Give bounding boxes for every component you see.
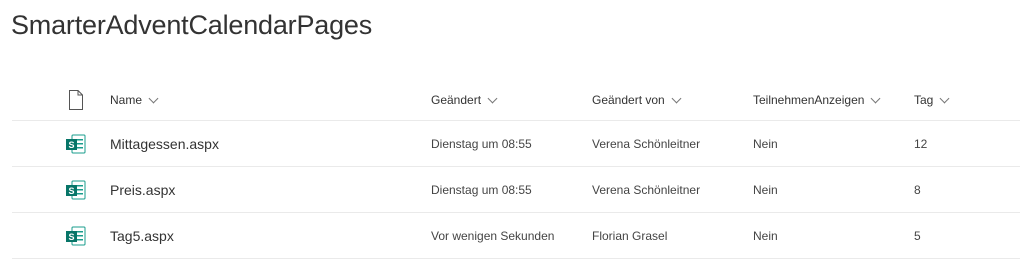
modified-by-value[interactable]: Florian Grasel <box>592 213 667 258</box>
tag-value: 8 <box>914 182 921 197</box>
participate-value: Nein <box>753 136 778 151</box>
chevron-down-icon <box>939 93 950 103</box>
chevron-down-icon <box>148 93 159 103</box>
file-name-link[interactable]: Tag5.aspx <box>110 213 174 258</box>
column-header-modified-by-label: Geändert von <box>592 93 665 107</box>
tag-value: 12 <box>914 136 928 151</box>
column-header-modified-label: Geändert <box>431 93 482 107</box>
column-header-participate[interactable]: TeilnehmenAnzeigen <box>753 80 881 120</box>
document-icon[interactable] <box>64 80 88 120</box>
page-title: SmarterAdventCalendarPages <box>11 10 373 40</box>
modified-value: Dienstag um 08:55 <box>431 182 532 197</box>
modified-value: Vor wenigen Sekunden <box>431 228 555 243</box>
table-row[interactable]: S Preis.aspx Dienstag um 08:55 Verena Sc… <box>12 167 1020 213</box>
column-header-modified[interactable]: Geändert <box>431 80 498 120</box>
file-name-link[interactable]: Mittagessen.aspx <box>110 121 219 166</box>
svg-text:S: S <box>68 186 74 196</box>
file-name-link[interactable]: Preis.aspx <box>110 167 175 212</box>
column-header-tag[interactable]: Tag <box>914 80 950 120</box>
chevron-down-icon <box>487 93 498 103</box>
column-header-participate-label: TeilnehmenAnzeigen <box>753 93 865 107</box>
column-header-modified-by[interactable]: Geändert von <box>592 80 682 120</box>
participate-value: Nein <box>753 228 778 243</box>
tag-value: 5 <box>914 228 921 243</box>
table-row[interactable]: S Tag5.aspx Vor wenigen Sekunden Florian… <box>12 213 1020 259</box>
column-header-tag-label: Tag <box>914 93 934 107</box>
column-header-name-label: Name <box>110 93 143 107</box>
chevron-down-icon <box>870 93 881 103</box>
column-header-name[interactable]: Name <box>110 80 159 120</box>
sharepoint-page-icon: S <box>64 167 88 212</box>
sharepoint-page-icon: S <box>64 121 88 166</box>
sharepoint-page-icon: S <box>64 213 88 258</box>
table-row[interactable]: S Mittagessen.aspx Dienstag um 08:55 Ver… <box>12 121 1020 167</box>
column-header-row: Name Geändert Geändert von TeilnehmenAnz… <box>12 80 1020 121</box>
document-list: Name Geändert Geändert von TeilnehmenAnz… <box>12 80 1020 259</box>
modified-value: Dienstag um 08:55 <box>431 136 532 151</box>
svg-text:S: S <box>68 140 74 150</box>
svg-text:S: S <box>68 232 74 242</box>
chevron-down-icon <box>671 93 682 103</box>
modified-by-value[interactable]: Verena Schönleitner <box>592 167 700 212</box>
modified-by-value[interactable]: Verena Schönleitner <box>592 121 700 166</box>
library-page: SmarterAdventCalendarPages Name Geändert… <box>0 0 1024 271</box>
participate-value: Nein <box>753 182 778 197</box>
